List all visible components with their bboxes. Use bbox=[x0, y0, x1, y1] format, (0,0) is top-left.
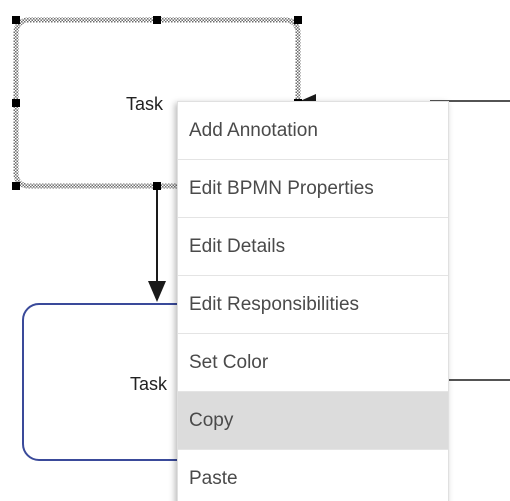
menu-item-edit-details[interactable]: Edit Details bbox=[178, 218, 448, 276]
menu-item-add-annotation[interactable]: Add Annotation bbox=[178, 102, 448, 160]
menu-item-set-color[interactable]: Set Color bbox=[178, 334, 448, 392]
selection-handle-top-left[interactable] bbox=[12, 16, 20, 24]
diagram-canvas[interactable]: Task Task Add Annotation Edit BPMN Prope… bbox=[0, 0, 510, 501]
selection-handle-bottom-middle[interactable] bbox=[153, 182, 161, 190]
menu-item-edit-responsibilities[interactable]: Edit Responsibilities bbox=[178, 276, 448, 334]
selection-handle-middle-left[interactable] bbox=[12, 99, 20, 107]
context-menu: Add Annotation Edit BPMN Properties Edit… bbox=[177, 101, 449, 501]
selection-handle-top-right[interactable] bbox=[294, 16, 302, 24]
task-2-label: Task bbox=[130, 374, 168, 394]
menu-item-paste[interactable]: Paste bbox=[178, 450, 448, 501]
arrowhead-down-icon bbox=[148, 281, 166, 302]
menu-item-edit-bpmn-properties[interactable]: Edit BPMN Properties bbox=[178, 160, 448, 218]
task-1-label: Task bbox=[126, 94, 164, 114]
selection-handle-top-middle[interactable] bbox=[153, 16, 161, 24]
menu-item-copy[interactable]: Copy bbox=[178, 392, 448, 450]
selection-handle-bottom-left[interactable] bbox=[12, 182, 20, 190]
